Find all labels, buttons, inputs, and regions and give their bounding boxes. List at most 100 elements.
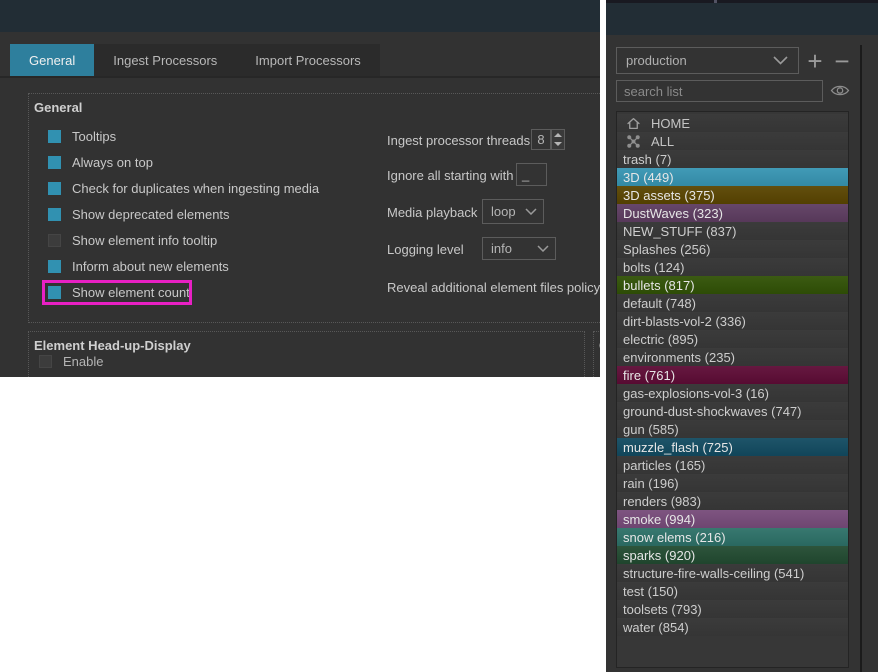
list-item[interactable]: smoke (994) bbox=[617, 510, 848, 528]
settings-checkbox-row[interactable]: Inform about new elements bbox=[48, 253, 378, 279]
logging-level-label: Logging level bbox=[387, 242, 464, 257]
list-item-label: fire (761) bbox=[623, 368, 675, 383]
list-item[interactable]: bolts (124) bbox=[617, 258, 848, 276]
tab-general[interactable]: General bbox=[10, 44, 94, 77]
settings-checkbox-row[interactable]: Always on top bbox=[48, 149, 378, 175]
spin-up-icon[interactable] bbox=[552, 130, 564, 140]
hud-group-title: Element Head-up-Display bbox=[34, 338, 191, 353]
checkbox-checked[interactable] bbox=[48, 260, 61, 273]
enable-checkbox[interactable] bbox=[39, 355, 52, 368]
chevron-down-icon bbox=[773, 56, 788, 65]
list-item-label: toolsets (793) bbox=[623, 602, 702, 617]
checkbox-checked[interactable] bbox=[48, 182, 61, 195]
list-item[interactable]: environments (235) bbox=[617, 348, 848, 366]
list-item[interactable]: trash (7) bbox=[617, 150, 848, 168]
clipped-group: C bbox=[593, 331, 600, 377]
scrollbar-track[interactable] bbox=[860, 45, 862, 672]
checkbox-label: Show element info tooltip bbox=[72, 233, 217, 248]
checkbox-checked[interactable] bbox=[48, 130, 61, 143]
checkbox-label: Inform about new elements bbox=[72, 259, 229, 274]
threads-input[interactable]: 8 bbox=[531, 129, 551, 150]
checkbox-label: Check for duplicates when ingesting medi… bbox=[72, 181, 319, 196]
list-item[interactable]: DustWaves (323) bbox=[617, 204, 848, 222]
titlebar bbox=[0, 0, 600, 32]
hud-enable-row[interactable]: Enable bbox=[39, 354, 103, 369]
list-item[interactable]: gun (585) bbox=[617, 420, 848, 438]
tab-divider bbox=[0, 76, 600, 78]
list-item-label: default (748) bbox=[623, 296, 696, 311]
logging-level-value: info bbox=[483, 241, 537, 256]
list-item-label: NEW_STUFF (837) bbox=[623, 224, 736, 239]
list-item[interactable]: NEW_STUFF (837) bbox=[617, 222, 848, 240]
list-item-label: structure-fire-walls-ceiling (541) bbox=[623, 566, 804, 581]
list-item[interactable]: structure-fire-walls-ceiling (541) bbox=[617, 564, 848, 582]
ignore-input[interactable]: _ bbox=[516, 163, 547, 186]
list-item-label: rain (196) bbox=[623, 476, 679, 491]
list-item-label: Splashes (256) bbox=[623, 242, 710, 257]
checkbox-checked[interactable] bbox=[48, 208, 61, 221]
media-playback-dropdown[interactable]: loop bbox=[482, 199, 544, 224]
list-item[interactable]: test (150) bbox=[617, 582, 848, 600]
list-item-label: electric (895) bbox=[623, 332, 698, 347]
list-item[interactable]: 3D assets (375) bbox=[617, 186, 848, 204]
list-item-label: ground-dust-shockwaves (747) bbox=[623, 404, 801, 419]
list-item-label: muzzle_flash (725) bbox=[623, 440, 733, 455]
list-selector-dropdown[interactable]: production bbox=[616, 47, 799, 74]
list-item[interactable]: bullets (817) bbox=[617, 276, 848, 294]
list-item[interactable]: ground-dust-shockwaves (747) bbox=[617, 402, 848, 420]
list-item-label: dirt-blasts-vol-2 (336) bbox=[623, 314, 746, 329]
settings-checkbox-row[interactable]: Show element count bbox=[48, 279, 378, 305]
tab-ingest-processors[interactable]: Ingest Processors bbox=[94, 44, 236, 77]
list-item-label: particles (165) bbox=[623, 458, 705, 473]
list-item-label: DustWaves (323) bbox=[623, 206, 723, 221]
settings-checkbox-row[interactable]: Check for duplicates when ingesting medi… bbox=[48, 175, 378, 201]
list-item-label: gas-explosions-vol-3 (16) bbox=[623, 386, 769, 401]
threads-spinner[interactable] bbox=[551, 129, 565, 150]
list-item-label: bullets (817) bbox=[623, 278, 695, 293]
list-item[interactable]: toolsets (793) bbox=[617, 600, 848, 618]
list-item-label: water (854) bbox=[623, 620, 689, 635]
list-item-label: renders (983) bbox=[623, 494, 701, 509]
lists-list: HOME ALL trash (7)3D (449) 3D assets (375) D… bbox=[616, 111, 849, 668]
list-item[interactable]: default (748) bbox=[617, 294, 848, 312]
list-item-label: 3D assets (375) bbox=[623, 188, 715, 203]
hud-group: Element Head-up-Display Enable bbox=[28, 331, 585, 377]
list-item[interactable]: rain (196) bbox=[617, 474, 848, 492]
settings-checkbox-row[interactable]: Show deprecated elements bbox=[48, 201, 378, 227]
list-item[interactable]: electric (895) bbox=[617, 330, 848, 348]
list-item[interactable]: fire (761) bbox=[617, 366, 848, 384]
nav-item-home[interactable]: HOME bbox=[617, 114, 848, 132]
add-list-button[interactable]: + bbox=[803, 47, 827, 74]
list-item-label: smoke (994) bbox=[623, 512, 695, 527]
nav-item-label: HOME bbox=[651, 116, 690, 131]
chevron-down-icon bbox=[525, 208, 537, 215]
eye-icon[interactable] bbox=[830, 83, 850, 99]
checkbox-unchecked[interactable] bbox=[48, 234, 61, 247]
checkbox-checked[interactable] bbox=[48, 156, 61, 169]
clipped-group-title: C bbox=[599, 338, 600, 353]
list-item[interactable]: gas-explosions-vol-3 (16) bbox=[617, 384, 848, 402]
list-item[interactable]: Splashes (256) bbox=[617, 240, 848, 258]
list-item[interactable]: renders (983) bbox=[617, 492, 848, 510]
list-item[interactable]: snow elems (216) bbox=[617, 528, 848, 546]
search-input[interactable]: search list bbox=[616, 80, 823, 102]
remove-list-button[interactable]: − bbox=[830, 47, 854, 74]
list-item[interactable]: 3D (449) bbox=[617, 168, 848, 186]
list-item-label: trash (7) bbox=[623, 152, 671, 167]
list-item-label: bolts (124) bbox=[623, 260, 684, 275]
settings-checkbox-row[interactable]: Tooltips bbox=[48, 123, 378, 149]
list-item[interactable]: muzzle_flash (725) bbox=[617, 438, 848, 456]
list-item-label: snow elems (216) bbox=[623, 530, 726, 545]
spin-down-icon[interactable] bbox=[552, 140, 564, 150]
settings-checkbox-row[interactable]: Show element info tooltip bbox=[48, 227, 378, 253]
logging-level-dropdown[interactable]: info bbox=[482, 237, 556, 260]
panel-header bbox=[606, 3, 878, 35]
list-item[interactable]: dirt-blasts-vol-2 (336) bbox=[617, 312, 848, 330]
list-item[interactable]: water (854) bbox=[617, 618, 848, 636]
list-item[interactable]: particles (165) bbox=[617, 456, 848, 474]
nav-item-all[interactable]: ALL bbox=[617, 132, 848, 150]
nav-item-label: ALL bbox=[651, 134, 674, 149]
list-item[interactable]: sparks (920) bbox=[617, 546, 848, 564]
checkbox-checked[interactable] bbox=[48, 286, 61, 299]
tab-import-processors[interactable]: Import Processors bbox=[236, 44, 379, 77]
